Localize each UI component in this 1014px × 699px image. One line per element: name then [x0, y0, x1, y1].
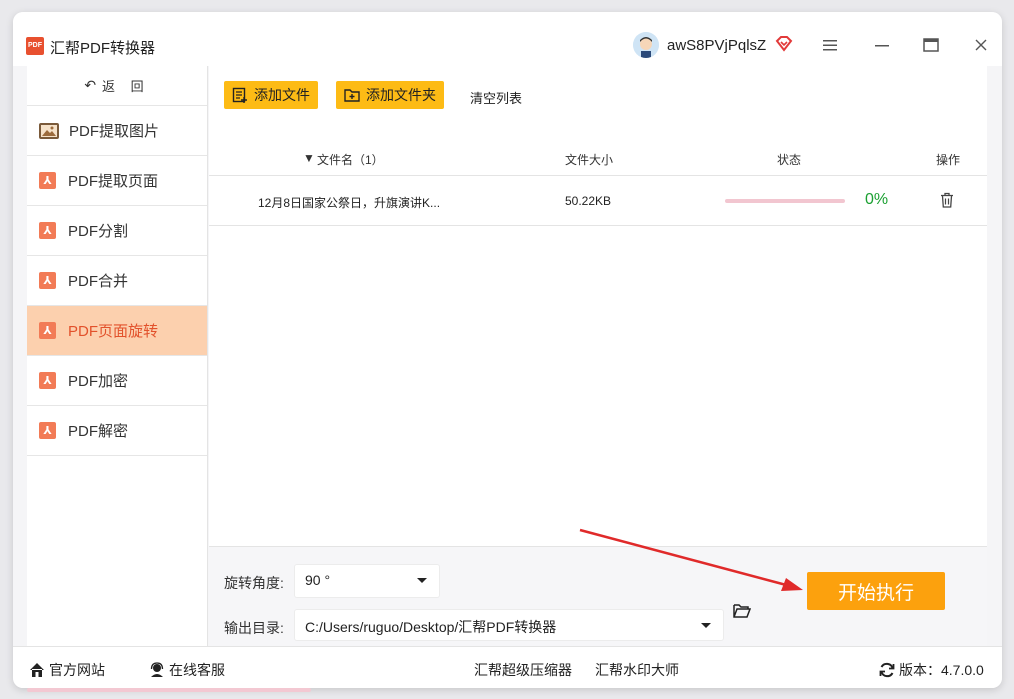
app-title: 汇帮PDF转换器: [50, 40, 156, 57]
maximize-button[interactable]: [919, 34, 943, 56]
online-service-label: 在线客服: [169, 662, 225, 678]
file-name: 12月8日国家公祭日，升旗演讲K...: [258, 196, 441, 210]
chevron-down-icon: [417, 578, 427, 583]
user-avatar[interactable]: [633, 32, 659, 58]
sidebar-item-label: PDF提取页面: [68, 173, 159, 190]
user-name[interactable]: awS8PVjPqlsZ: [667, 37, 766, 54]
rotate-angle-label: 旋转角度:: [224, 575, 284, 591]
add-folder-label: 添加文件夹: [366, 87, 436, 103]
back-arrow-icon: ↶: [84, 77, 97, 93]
main-panel: 添加文件 添加文件夹 清空列表 ▼ 文件名（1） 文件大小 状态 操作 12月8…: [209, 66, 987, 546]
sidebar-item-decrypt[interactable]: ⅄ PDF解密: [27, 406, 207, 456]
pdf-icon: ⅄: [39, 272, 56, 289]
sidebar-item-extract-images[interactable]: PDF提取图片: [27, 106, 207, 156]
table-row[interactable]: 12月8日国家公祭日，升旗演讲K... 50.22KB 0%: [209, 176, 987, 226]
minimize-button[interactable]: [870, 34, 894, 56]
sidebar-item-merge[interactable]: ⅄ PDF合并: [27, 256, 207, 306]
column-header-name[interactable]: 文件名（1）: [317, 151, 384, 168]
chevron-down-icon: [701, 623, 711, 628]
compressor-link[interactable]: 汇帮超级压缩器: [474, 660, 572, 680]
watermark-link[interactable]: 汇帮水印大师: [595, 660, 679, 680]
sidebar-item-label: PDF解密: [68, 423, 129, 440]
settings-panel: 旋转角度: 90 ° 输出目录: C:/Users/ruguo/Desktop/…: [209, 546, 987, 646]
close-button[interactable]: [969, 34, 993, 56]
progress-percent: 0%: [865, 191, 889, 208]
pdf-icon: ⅄: [39, 172, 56, 189]
rotate-angle-value: 90 °: [305, 572, 331, 588]
add-file-label: 添加文件: [254, 87, 310, 103]
sidebar-item-rotate[interactable]: ⅄ PDF页面旋转: [27, 306, 207, 356]
column-header-action: 操作: [936, 153, 961, 167]
vip-diamond-icon[interactable]: [775, 35, 793, 53]
avatar-icon: [633, 32, 659, 58]
folder-open-icon[interactable]: [733, 603, 751, 619]
back-button[interactable]: ↶ 返 回: [27, 66, 207, 106]
pdf-icon: ⅄: [39, 372, 56, 389]
version-info[interactable]: 版本： 4.7.0.0: [879, 660, 984, 680]
column-header-size: 文件大小: [565, 153, 614, 167]
sidebar: ↶ 返 回 PDF提取图片 ⅄ PDF提取页面 ⅄ PDF分割 ⅄ PDF合并 …: [27, 66, 208, 646]
sidebar-item-extract-pages[interactable]: ⅄ PDF提取页面: [27, 156, 207, 206]
add-file-icon: [232, 87, 247, 103]
official-site-label: 官方网站: [49, 662, 105, 678]
pdf-icon: ⅄: [39, 222, 56, 239]
online-service-link[interactable]: 在线客服: [149, 660, 225, 680]
sidebar-item-label: PDF提取图片: [69, 123, 160, 140]
official-site-link[interactable]: 官方网站: [29, 660, 105, 680]
sidebar-item-label: PDF页面旋转: [68, 323, 159, 340]
file-table-header: ▼ 文件名（1） 文件大小 状态 操作: [209, 141, 987, 176]
version-label: 版本：: [899, 662, 941, 678]
add-file-button[interactable]: 添加文件: [224, 81, 318, 109]
menu-icon[interactable]: [818, 34, 842, 56]
rotate-angle-select[interactable]: 90 °: [295, 565, 439, 597]
toolbar: 添加文件 添加文件夹 清空列表: [209, 66, 987, 126]
app-window: PDF 汇帮PDF转换器 awS8PVjPqlsZ ↶ 返 回 PDF提取图片 …: [13, 12, 1002, 688]
column-header-status: 状态: [777, 153, 802, 167]
sidebar-item-label: PDF合并: [68, 273, 129, 290]
pdf-icon: ⅄: [39, 422, 56, 439]
version-number: 4.7.0.0: [941, 662, 984, 678]
progress-bar: [725, 199, 845, 203]
output-dir-label: 输出目录:: [224, 620, 284, 636]
clear-list-button[interactable]: 清空列表: [470, 88, 522, 107]
sidebar-item-label: PDF分割: [68, 223, 129, 240]
file-size: 50.22KB: [565, 194, 612, 208]
add-folder-button[interactable]: 添加文件夹: [336, 81, 444, 109]
output-dir-select[interactable]: C:/Users/ruguo/Desktop/汇帮PDF转换器: [295, 610, 723, 640]
scroll-indicator: [27, 688, 311, 692]
sidebar-item-encrypt[interactable]: ⅄ PDF加密: [27, 356, 207, 406]
trash-icon[interactable]: [940, 192, 954, 208]
compressor-label: 汇帮超级压缩器: [474, 662, 572, 678]
sidebar-item-label: PDF加密: [68, 373, 129, 390]
sort-desc-icon[interactable]: ▼: [303, 151, 315, 165]
start-button[interactable]: 开始执行: [807, 572, 945, 610]
watermark-label: 汇帮水印大师: [595, 662, 679, 678]
output-dir-value: C:/Users/ruguo/Desktop/汇帮PDF转换器: [305, 619, 557, 635]
sidebar-item-split[interactable]: ⅄ PDF分割: [27, 206, 207, 256]
home-icon: [30, 663, 44, 677]
back-label: 返 回: [102, 79, 150, 94]
app-logo-icon: PDF: [26, 37, 44, 55]
footer: 官方网站 在线客服 汇帮超级压缩器 汇帮水印大师 版本： 4.7.0.0: [13, 646, 1002, 688]
title-bar: PDF 汇帮PDF转换器 awS8PVjPqlsZ: [13, 12, 1002, 66]
headset-icon: [150, 662, 164, 677]
pdf-icon: ⅄: [39, 322, 56, 339]
image-icon: [39, 122, 59, 139]
refresh-icon: [879, 662, 895, 678]
add-folder-icon: [344, 89, 360, 102]
